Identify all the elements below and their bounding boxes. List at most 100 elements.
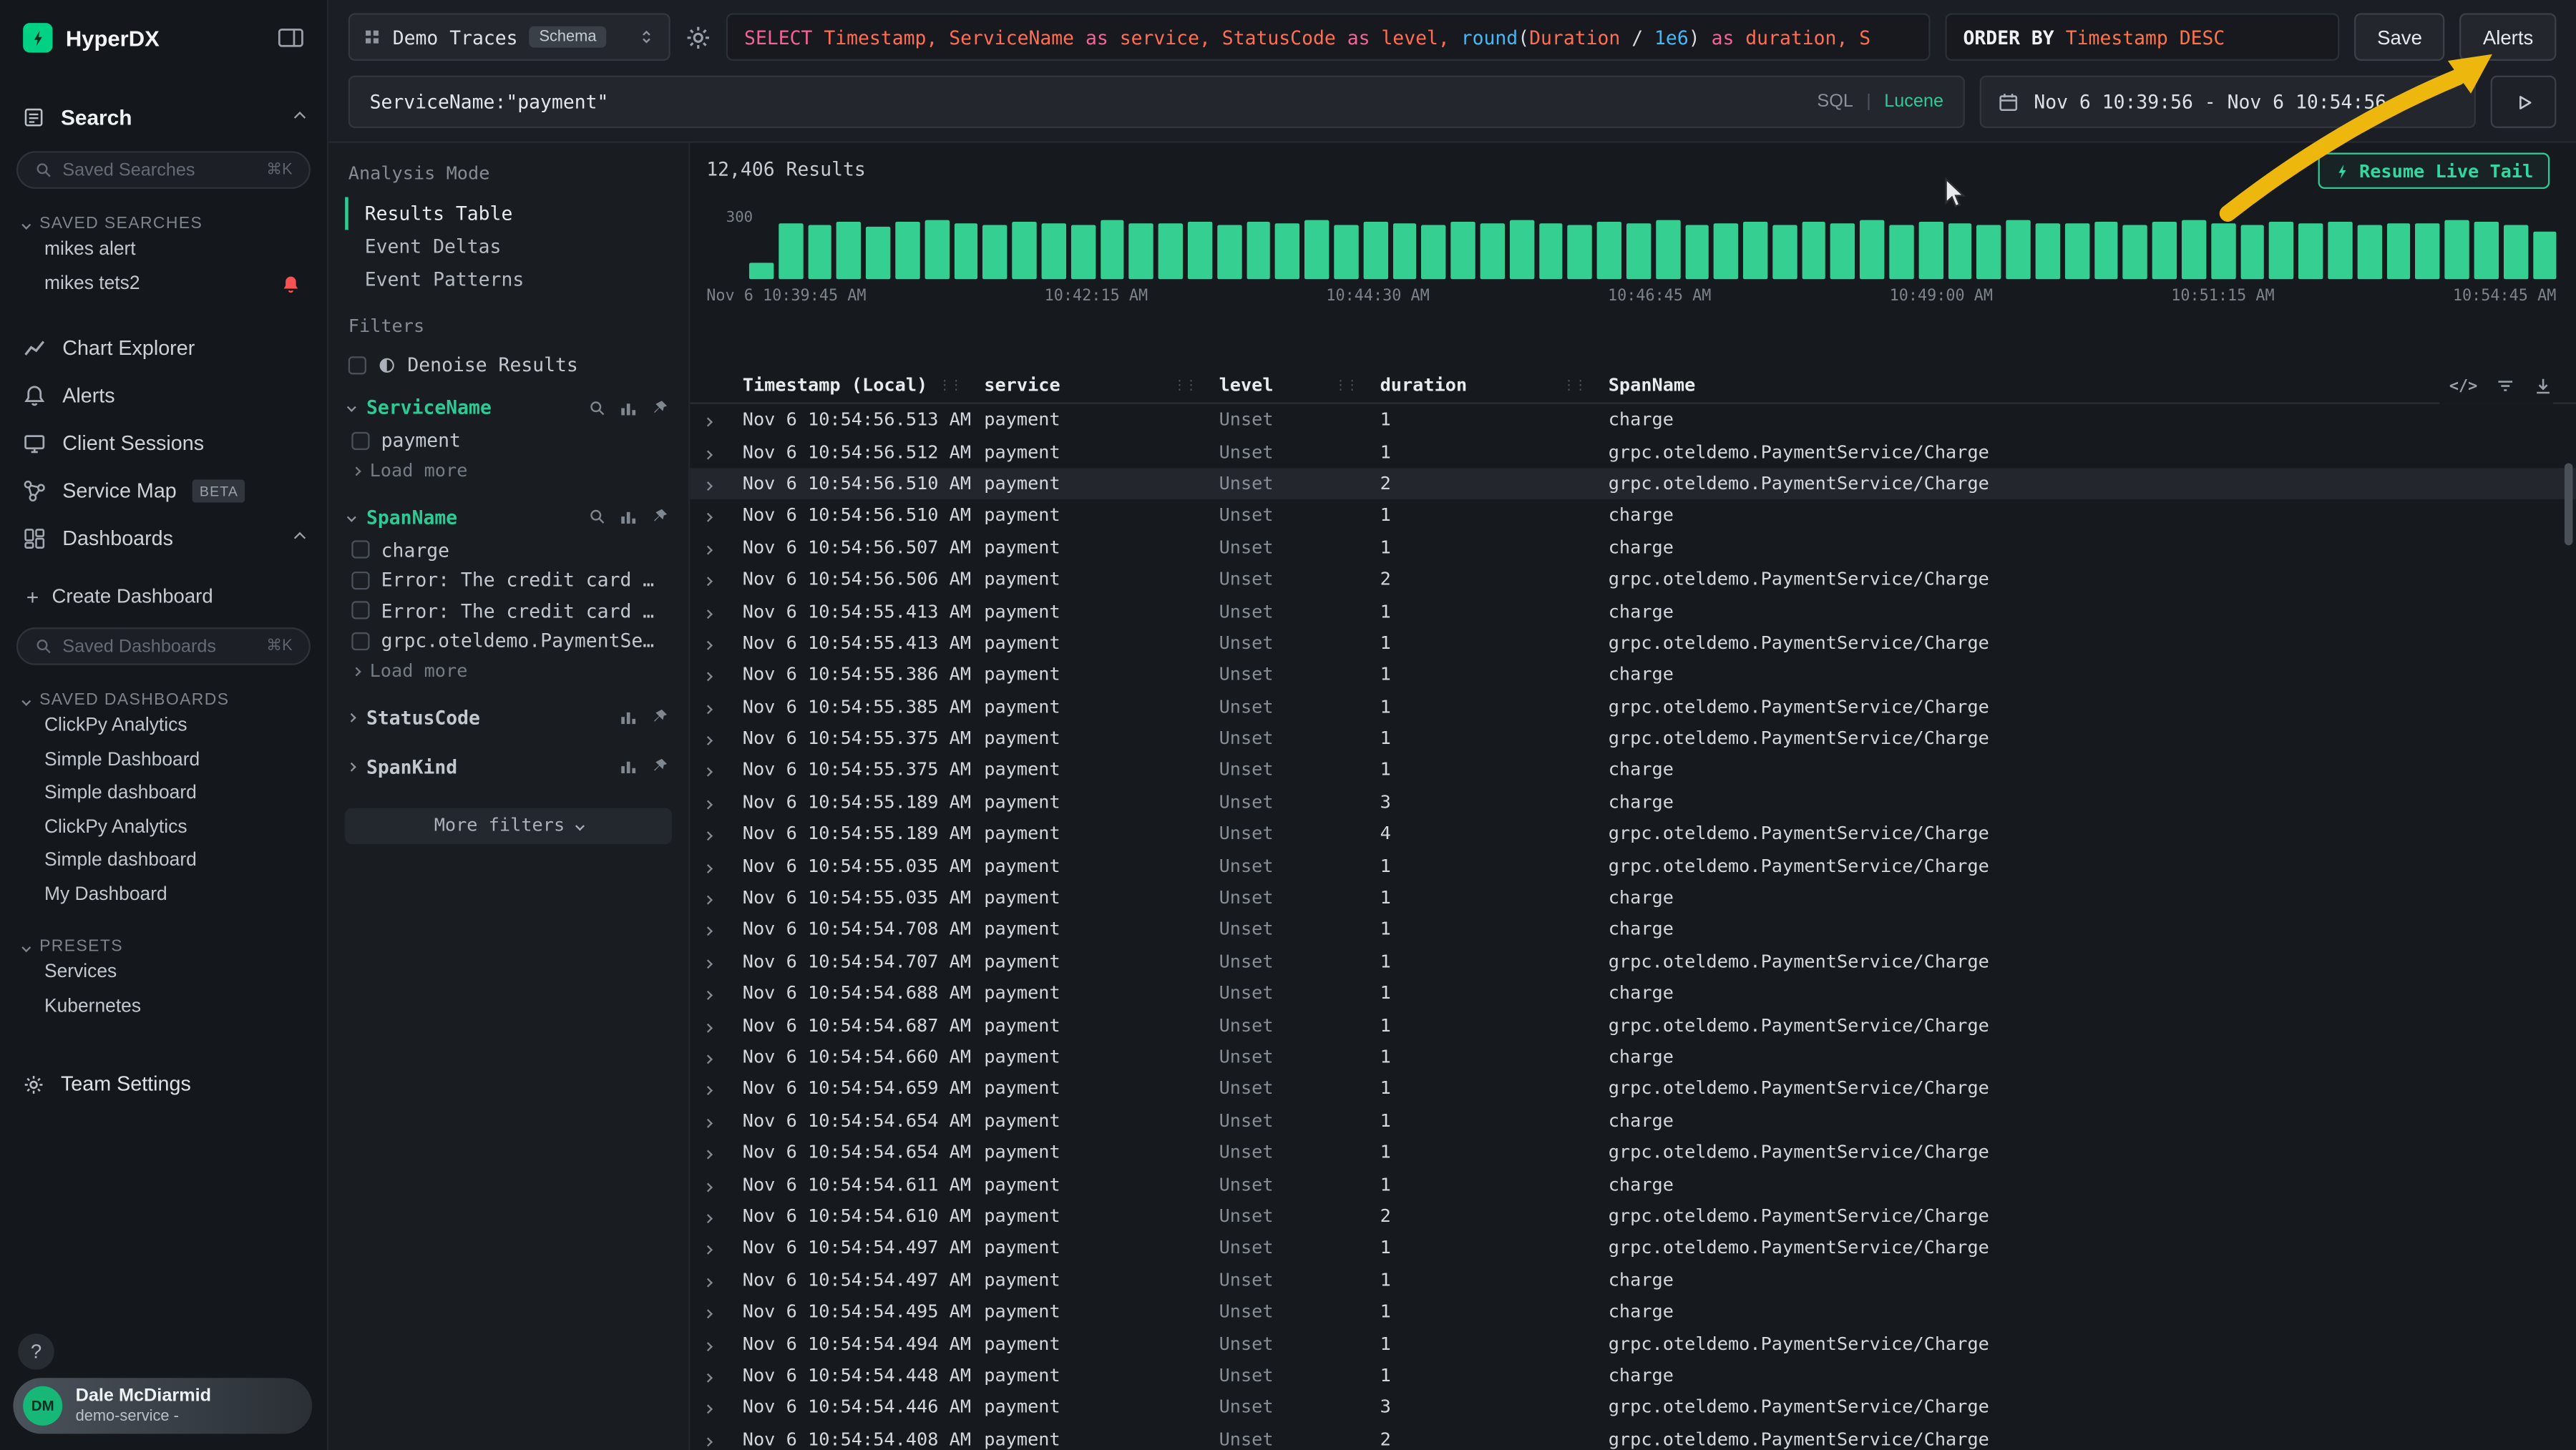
table-row[interactable]: Nov 6 10:54:54.654 AMpaymentUnset1charge — [690, 1104, 2576, 1137]
preset-item[interactable]: Services — [0, 956, 327, 989]
analysis-mode-results-table[interactable]: Results Table — [345, 197, 672, 230]
more-filters-button[interactable]: More filters — [345, 807, 672, 843]
source-settings-gear-icon[interactable] — [685, 24, 711, 50]
source-select[interactable]: Demo Traces Schema — [348, 13, 670, 61]
mode-sql-toggle[interactable]: SQL — [1817, 92, 1853, 112]
histogram-bar[interactable] — [1363, 222, 1387, 279]
histogram-bar[interactable] — [1889, 225, 1913, 280]
order-by-input[interactable]: ORDER BY Timestamp DESC — [1945, 13, 2339, 61]
histogram-bar[interactable] — [2006, 220, 2031, 280]
row-expander[interactable] — [700, 1014, 743, 1036]
histogram-bar[interactable] — [1802, 222, 1826, 279]
facet-header-spankind[interactable]: SpanKind — [328, 748, 688, 785]
table-row[interactable]: Nov 6 10:54:54.660 AMpaymentUnset1charge — [690, 1041, 2576, 1073]
row-expander[interactable] — [700, 632, 743, 654]
histogram-bar[interactable] — [1480, 223, 1504, 279]
histogram-bar[interactable] — [1188, 222, 1212, 279]
row-expander[interactable] — [700, 1269, 743, 1290]
table-row[interactable]: Nov 6 10:54:56.512 AMpaymentUnset1grpc.o… — [690, 436, 2576, 468]
histogram-bar[interactable] — [924, 220, 949, 280]
table-row[interactable]: Nov 6 10:54:54.497 AMpaymentUnset1grpc.o… — [690, 1232, 2576, 1264]
histogram-bar[interactable] — [1684, 225, 1709, 280]
row-expander[interactable] — [700, 537, 743, 558]
table-row[interactable]: Nov 6 10:54:55.413 AMpaymentUnset1charge — [690, 595, 2576, 627]
table-row[interactable]: Nov 6 10:54:55.385 AMpaymentUnset1grpc.o… — [690, 690, 2576, 722]
saved-dashboard-item[interactable]: Simple dashboard — [0, 844, 327, 878]
row-expander[interactable] — [700, 1174, 743, 1195]
collapse-sidebar-icon[interactable] — [278, 26, 304, 49]
histogram-bar[interactable] — [1246, 222, 1271, 279]
row-expander[interactable] — [700, 569, 743, 590]
user-menu[interactable]: DM Dale McDiarmid demo-service - — [13, 1378, 312, 1434]
table-row[interactable]: Nov 6 10:54:55.035 AMpaymentUnset1charge — [690, 882, 2576, 914]
row-expander[interactable] — [700, 1047, 743, 1068]
histogram-bar[interactable] — [1217, 225, 1241, 280]
table-row[interactable]: Nov 6 10:54:54.610 AMpaymentUnset2grpc.o… — [690, 1200, 2576, 1233]
histogram-bar[interactable] — [1714, 223, 1738, 279]
row-expander[interactable] — [700, 823, 743, 845]
sidebar-item-search[interactable]: Search — [0, 92, 327, 142]
facet-option-payment[interactable]: payment — [328, 426, 688, 456]
table-row[interactable]: Nov 6 10:54:54.497 AMpaymentUnset1charge — [690, 1264, 2576, 1296]
column-header-level[interactable]: level⋮⋮ — [1219, 374, 1380, 396]
save-button[interactable]: Save — [2354, 13, 2445, 61]
table-row[interactable]: Nov 6 10:54:54.687 AMpaymentUnset1grpc.o… — [690, 1009, 2576, 1042]
row-expander[interactable] — [700, 441, 743, 463]
table-row[interactable]: Nov 6 10:54:54.688 AMpaymentUnset1charge — [690, 977, 2576, 1009]
row-expander[interactable] — [700, 1396, 743, 1418]
histogram-bar[interactable] — [1129, 223, 1153, 279]
facet-header-statuscode[interactable]: StatusCode — [328, 699, 688, 735]
row-expander[interactable] — [700, 1205, 743, 1227]
create-dashboard-button[interactable]: + Create Dashboard — [0, 575, 327, 618]
table-row[interactable]: Nov 6 10:54:56.510 AMpaymentUnset1charge — [690, 499, 2576, 531]
row-expander[interactable] — [700, 951, 743, 972]
preset-item[interactable]: Kubernetes — [0, 989, 327, 1023]
facet-option-error-the-credit-card[interactable]: Error: The credit card … — [328, 565, 688, 595]
row-expander[interactable] — [700, 473, 743, 494]
row-expander[interactable] — [700, 409, 743, 431]
alerts-button[interactable]: Alerts — [2460, 13, 2557, 61]
table-row[interactable]: Nov 6 10:54:56.507 AMpaymentUnset1charge — [690, 531, 2576, 564]
checkbox[interactable] — [351, 571, 369, 589]
histogram-bar[interactable] — [954, 223, 978, 279]
histogram-bar[interactable] — [1743, 222, 1767, 279]
row-expander[interactable] — [700, 600, 743, 622]
histogram-bar[interactable] — [1948, 223, 1972, 279]
code-view-icon[interactable]: </> — [2449, 377, 2477, 395]
histogram-bar[interactable] — [1860, 220, 1885, 280]
saved-dashboards-header[interactable]: SAVED DASHBOARDS — [23, 692, 304, 710]
row-expander[interactable] — [700, 1333, 743, 1354]
presets-header[interactable]: PRESETS — [23, 938, 304, 956]
column-header-spanname[interactable]: SpanName — [1609, 374, 2576, 396]
analysis-mode-event-patterns[interactable]: Event Patterns — [345, 263, 672, 295]
histogram-bar[interactable] — [1626, 223, 1651, 279]
histogram-bar[interactable] — [983, 225, 1008, 280]
live-tail-play-button[interactable] — [2491, 76, 2557, 128]
saved-search-item[interactable]: mikes tets2 — [0, 267, 327, 300]
histogram-bar[interactable] — [1013, 222, 1037, 279]
row-expander[interactable] — [700, 760, 743, 781]
saved-dashboard-item[interactable]: Simple dashboard — [0, 777, 327, 810]
histogram-bar[interactable] — [779, 223, 803, 279]
download-icon[interactable] — [2533, 376, 2553, 396]
help-button[interactable]: ? — [18, 1333, 54, 1370]
sidebar-item-client-sessions[interactable]: Client Sessions — [0, 418, 327, 466]
column-drag-handle[interactable]: ⋮⋮ — [1173, 378, 1196, 393]
checkbox[interactable] — [351, 431, 369, 449]
sidebar-item-alerts[interactable]: Alerts — [0, 371, 327, 419]
row-expander[interactable] — [700, 791, 743, 813]
histogram-bar[interactable] — [1392, 223, 1417, 279]
table-row[interactable]: Nov 6 10:54:54.611 AMpaymentUnset1charge — [690, 1168, 2576, 1200]
saved-dashboard-item[interactable]: ClickPy Analytics — [0, 810, 327, 844]
facet-option-grpc-oteldemo-paymentse[interactable]: grpc.oteldemo.PaymentSe… — [328, 626, 688, 656]
table-row[interactable]: Nov 6 10:54:55.386 AMpaymentUnset1charge — [690, 659, 2576, 691]
saved-searches-header[interactable]: SAVED SEARCHES — [23, 215, 304, 233]
row-expander[interactable] — [700, 696, 743, 717]
histogram-bar[interactable] — [1772, 225, 1797, 280]
histogram-bar[interactable] — [2504, 225, 2528, 280]
results-histogram[interactable]: 300 Nov 6 10:39:45 AM10:42:15 AM10:44:30… — [706, 210, 2556, 305]
table-row[interactable]: Nov 6 10:54:54.495 AMpaymentUnset1charge — [690, 1295, 2576, 1328]
histogram-bar[interactable] — [1597, 222, 1621, 279]
histogram-bar[interactable] — [1918, 222, 1943, 279]
column-header-service[interactable]: service⋮⋮ — [984, 374, 1219, 396]
